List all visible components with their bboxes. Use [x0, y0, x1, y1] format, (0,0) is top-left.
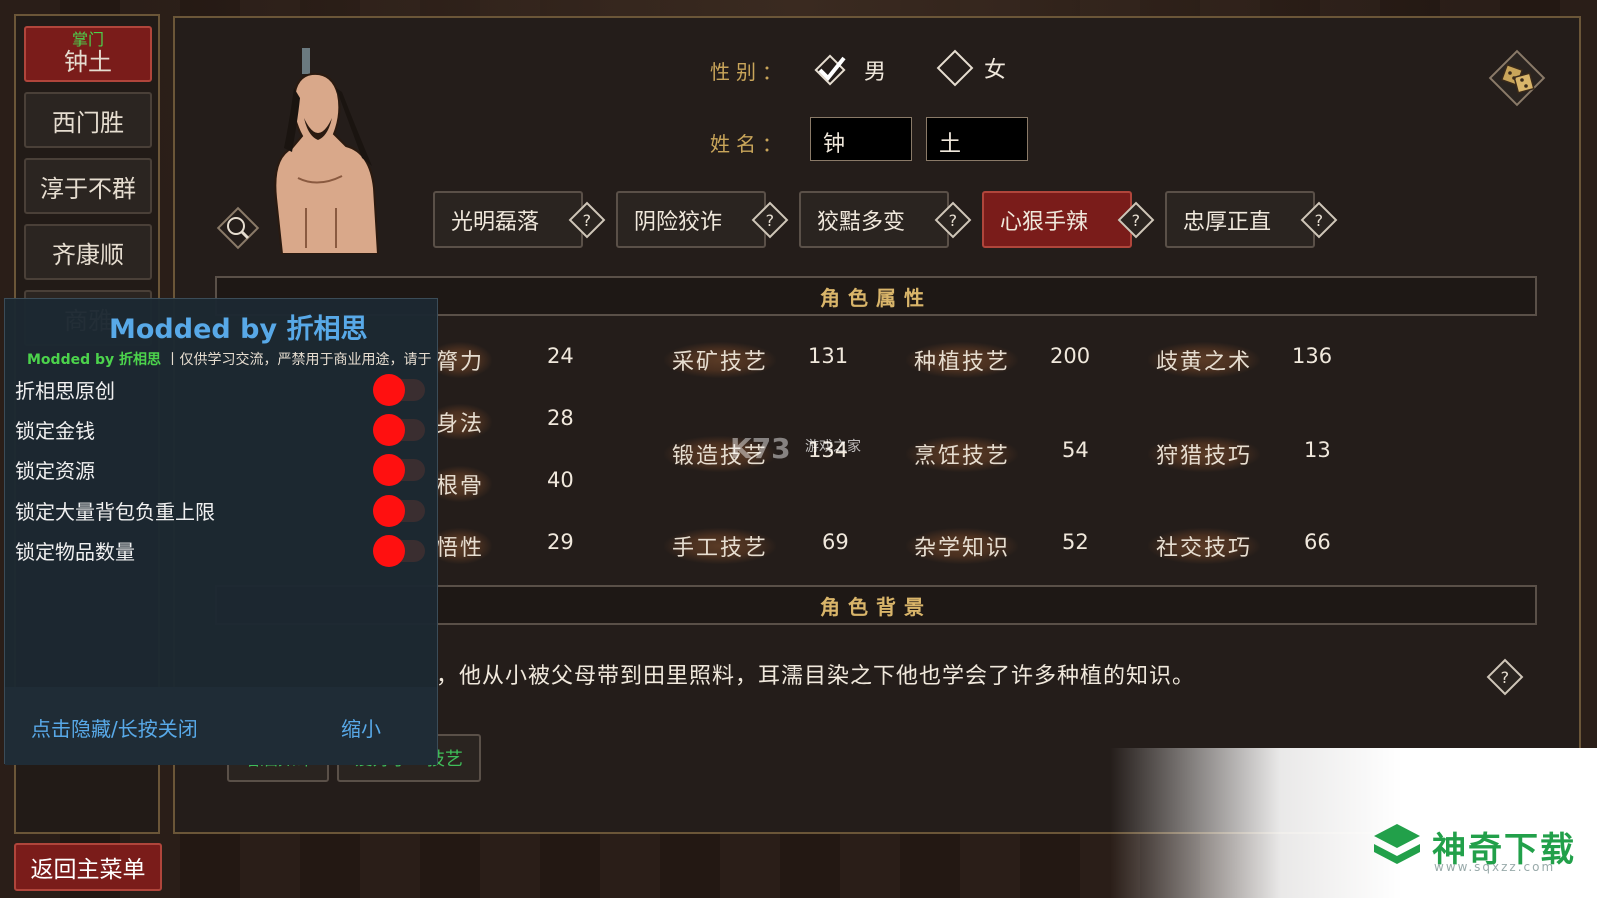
mod-toggle[interactable]	[373, 535, 425, 567]
skill-name: 采矿技艺	[664, 342, 777, 378]
skill-name: 种植技艺	[906, 342, 1019, 378]
zoom-portrait-icon[interactable]	[216, 206, 260, 250]
skill-name: 狩猎技巧	[1148, 436, 1261, 472]
mod-option-label: 锁定物品数量	[15, 540, 135, 564]
mod-credit: Modded by 折相思	[27, 352, 162, 368]
roster-item-0[interactable]: 掌门 钟土	[24, 26, 152, 82]
trait-label: 狡黠多变	[816, 209, 905, 235]
unchecked-diamond-icon	[936, 49, 974, 87]
mod-option-label: 锁定金钱	[15, 419, 95, 443]
skill-value: 200	[1050, 344, 1091, 368]
gender-option-male[interactable]: 男	[812, 52, 886, 88]
mod-toggle[interactable]	[373, 495, 425, 527]
skill-value: 54	[1062, 438, 1089, 462]
k73-watermark: K73	[730, 432, 791, 465]
trait-button-4[interactable]: 忠厚正直	[1165, 191, 1315, 248]
mod-title: Modded by 折相思	[109, 314, 368, 345]
roster-item-1[interactable]: 西门胜	[24, 92, 152, 148]
skill-name: 社交技巧	[1148, 528, 1261, 564]
skill-value: 131	[808, 344, 849, 368]
randomize-dice-icon[interactable]	[1484, 45, 1550, 111]
trait-label: 忠厚正直	[1182, 209, 1271, 235]
trait-button-2[interactable]: 狡黠多变	[799, 191, 949, 248]
skill-name: 烹饪技艺	[906, 436, 1019, 472]
roster-item-2[interactable]: 淳于不群	[24, 158, 152, 214]
mod-option-label: 锁定资源	[15, 459, 95, 483]
trait-label: 阴险狡诈	[633, 209, 722, 235]
roster-item-label: 西门胜	[52, 108, 124, 137]
skill-name: 歧黄之术	[1148, 342, 1261, 378]
roster-item-label: 钟土	[64, 48, 112, 76]
name-label: 姓名：	[710, 132, 788, 156]
mod-shrink-button[interactable]: 缩小	[341, 713, 381, 742]
skill-value: 69	[822, 530, 849, 554]
brand-logo-icon	[1374, 824, 1420, 864]
mod-toggle[interactable]	[373, 374, 425, 406]
base-attr-value: 29	[547, 530, 574, 554]
base-attr-value: 24	[547, 344, 574, 368]
trait-button-3[interactable]: 心狠手辣	[982, 191, 1132, 248]
gender-label: 性别：	[710, 60, 788, 84]
roster-item-3[interactable]: 齐康顺	[24, 224, 152, 280]
return-main-menu-button[interactable]: 返回主菜单	[14, 843, 162, 891]
k73-watermark-sub: 游戏之家	[805, 439, 861, 455]
surname-input[interactable]: 钟	[810, 117, 912, 161]
gender-male-label: 男	[864, 60, 887, 85]
mod-subtitle: Modded by 折相思 丨仅供学习交流，严禁用于商业用途，请于	[27, 349, 431, 369]
mod-toggle[interactable]	[373, 454, 425, 486]
trait-button-1[interactable]: 阴险狡诈	[616, 191, 766, 248]
mod-option-label: 折相思原创	[15, 379, 115, 403]
character-portrait	[274, 48, 380, 254]
leader-tag: 掌门	[71, 30, 104, 49]
mod-footer: 点击隐藏/长按关闭 缩小	[5, 687, 437, 765]
skill-value: 66	[1304, 530, 1331, 554]
character-bio: ，他从小被父母带到田里照料，耳濡目染之下他也学会了许多种植的知识。	[436, 664, 1196, 689]
mod-menu-overlay: Modded by 折相思 Modded by 折相思 丨仅供学习交流，严禁用于…	[4, 298, 438, 765]
skill-name: 杂学知识	[906, 528, 1019, 564]
mod-hide-button[interactable]: 点击隐藏/长按关闭	[31, 713, 198, 742]
skill-value: 136	[1292, 344, 1333, 368]
skill-name: 手工技艺	[664, 528, 777, 564]
given-name-input[interactable]: 土	[926, 117, 1028, 161]
base-attr-value: 28	[547, 406, 574, 430]
trait-label: 光明磊落	[450, 209, 539, 235]
skill-value: 13	[1304, 438, 1331, 462]
roster-item-label: 淳于不群	[40, 174, 136, 203]
trait-label: 心狠手辣	[999, 209, 1088, 235]
mod-toggle[interactable]	[373, 414, 425, 446]
mod-notice: 丨仅供学习交流，严禁用于商业用途，请于	[165, 352, 432, 368]
mod-option-label: 锁定大量背包负重上限	[15, 500, 215, 524]
gender-female-label: 女	[984, 58, 1007, 83]
skill-value: 52	[1062, 530, 1089, 554]
roster-item-label: 齐康顺	[52, 240, 124, 269]
brand-url: www.sqxzz.com	[1434, 860, 1556, 874]
gender-option-female[interactable]: 女	[936, 49, 1007, 87]
base-attr-value: 40	[547, 468, 574, 492]
trait-button-0[interactable]: 光明磊落	[433, 191, 583, 248]
checked-diamond-icon	[814, 54, 846, 86]
